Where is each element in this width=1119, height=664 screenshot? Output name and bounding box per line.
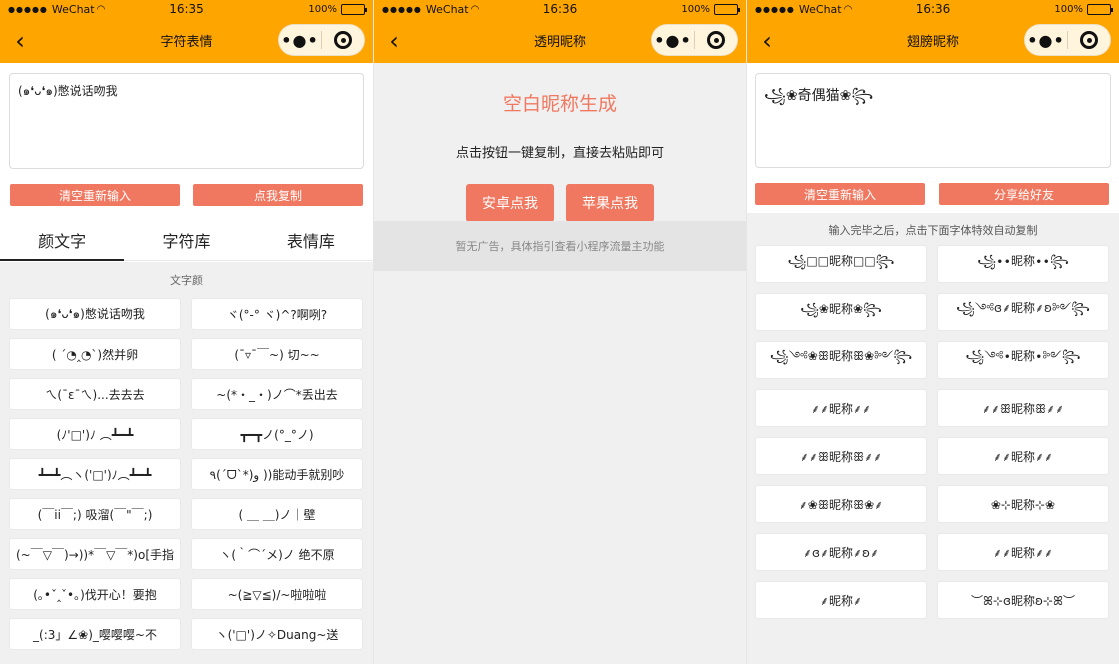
kaomoji-item[interactable]: (￣ii￣;) 吸溜(￣"￣;) <box>9 498 181 530</box>
wing-style-item[interactable]: ⸙⸙昵称⸙⸙ <box>937 437 1109 475</box>
wing-style-item[interactable]: ꧁❀昵称❀꧂ <box>755 293 927 331</box>
wing-style-item[interactable]: ⸙ɞ⸙昵称⸙ʚ⸙ <box>755 533 927 571</box>
wing-style-item[interactable]: ⸙昵称⸙ <box>755 581 927 619</box>
kaomoji-item[interactable]: ヽ(｀⌒´メ)ノ 绝不原 <box>191 538 363 570</box>
screens-canvas: ●●●●● WeChat ◠ 16:35 100% ‹ 字符表情 •●• (๑❛… <box>0 0 1119 664</box>
action-buttons: 清空重新输入 点我复制 <box>10 184 363 206</box>
emoticon-content: (๑❛ᴗ❛๑)憋说话吻我 清空重新输入 点我复制 颜文字 字符库 表情库 文字颜… <box>0 63 373 664</box>
kaomoji-item[interactable]: (ﾉ'□')ﾉ ︵┻━┻ <box>9 418 181 450</box>
wing-style-item[interactable]: ⸙⸙昵称⸙⸙ <box>755 389 927 427</box>
copy-button[interactable]: 点我复制 <box>193 184 363 206</box>
wing-style-item[interactable]: ꧁༺∙昵称∙༻꧂ <box>937 341 1109 379</box>
wing-style-item[interactable]: ꧁□□昵称□□꧂ <box>755 245 927 283</box>
wing-style-item[interactable]: ꧁༺❀ꕥ昵称ꕥ❀༻꧂ <box>755 341 927 379</box>
tab-kaomoji[interactable]: 颜文字 <box>0 219 125 261</box>
battery-icon <box>341 3 367 15</box>
blank-nickname-content: 空白昵称生成 点击按钮一键复制，直接去粘贴即可 安卓点我 苹果点我 暂无广告，具… <box>374 63 746 664</box>
clear-button[interactable]: 清空重新输入 <box>755 183 925 205</box>
action-buttons: 清空重新输入 分享给好友 <box>755 183 1109 205</box>
more-dots-icon[interactable]: •●• <box>652 31 694 50</box>
kaomoji-list-area: 文字颜 (๑❛ᴗ❛๑)憋说话吻我 ヾ(°-° ヾ)^?啊咧? ( ´◔‸◔`)然并卵… <box>0 262 373 664</box>
phone-screen-blank-nickname: ●●●●● WeChat ◠ 16:36 100% ‹ 透明昵称 •●• 空白昵… <box>373 0 746 664</box>
kaomoji-item[interactable]: ┳━┳ノ(°_°ノ) <box>191 418 363 450</box>
nav-bar: ‹ 翅膀昵称 •●• <box>747 18 1119 63</box>
more-dots-icon[interactable]: •●• <box>1025 31 1067 50</box>
kaomoji-item[interactable]: (~￣▽￣)→))*￣▽￣*)o[手指 <box>9 538 181 570</box>
close-miniprogram-button[interactable] <box>1068 31 1110 49</box>
hint-text: 输入完毕之后，点击下面字体特效自动复制 <box>828 224 1038 237</box>
status-bar: ●●●●● WeChat ◠ 16:36 100% <box>374 0 746 18</box>
tab-emoji-library[interactable]: 表情库 <box>249 219 373 260</box>
kaomoji-item[interactable]: ٩(ˊᗜˋ*)و ))能动手就别吵 <box>191 458 363 490</box>
kaomoji-item[interactable]: ~(*・_・)ノ⌒*丢出去 <box>191 378 363 410</box>
close-miniprogram-button[interactable] <box>695 31 737 49</box>
kaomoji-item[interactable]: ( ＿ ＿)ノ｜壁 <box>191 498 363 530</box>
section-title: 文字颜 <box>170 274 203 287</box>
kaomoji-item[interactable]: ヾ(°-° ヾ)^?啊咧? <box>191 298 363 330</box>
tab-char-library[interactable]: 字符库 <box>124 219 248 260</box>
miniprogram-capsule: •●• <box>278 24 365 56</box>
battery-icon <box>1087 3 1113 15</box>
status-time: 16:36 <box>915 2 951 16</box>
wing-nickname-content: ꧁❀奇偶猫❀꧂ 清空重新输入 分享给好友 输入完毕之后，点击下面字体特效自动复制… <box>747 63 1119 664</box>
status-time: 16:35 <box>169 2 204 16</box>
target-icon <box>1080 31 1098 49</box>
kaomoji-item[interactable]: (｡•ˇ‸ˇ•｡)伐开心！要抱 <box>9 578 181 610</box>
nickname-input[interactable]: ꧁❀奇偶猫❀꧂ <box>755 73 1111 168</box>
back-chevron-icon[interactable]: ‹ <box>753 27 781 55</box>
share-button[interactable]: 分享给好友 <box>939 183 1109 205</box>
wing-style-item[interactable]: ꧁∙∙昵称∙∙꧂ <box>937 245 1109 283</box>
status-bar: ●●●●● WeChat ◠ 16:35 100% <box>0 0 373 18</box>
clear-button[interactable]: 清空重新输入 <box>10 184 180 206</box>
kaomoji-item[interactable]: ㄟ(¯ε¯ㄟ)...去去去 <box>9 378 181 410</box>
target-icon <box>334 31 352 49</box>
kaomoji-item[interactable]: ┻━┻︵ヽ('□')ﾉ︵┻━┻ <box>9 458 181 490</box>
back-chevron-icon[interactable]: ‹ <box>380 27 408 55</box>
wing-style-item[interactable]: ⸙❀ꕥ昵称ꕥ❀⸙ <box>755 485 927 523</box>
wing-style-item[interactable]: ⸙⸙ꕥ昵称ꕥ⸙⸙ <box>755 437 927 475</box>
target-icon <box>707 31 725 49</box>
nav-bar: ‹ 透明昵称 •●• <box>374 18 746 63</box>
miniprogram-capsule: •●• <box>1024 24 1111 56</box>
instructions: 点击按钮一键复制，直接去粘贴即可 <box>455 146 664 161</box>
wing-style-item[interactable]: ❀⊹昵称⊹❀ <box>937 485 1109 523</box>
kaomoji-item[interactable]: _(:3」∠❀)_嘤嘤嘤~不 <box>9 618 181 650</box>
miniprogram-capsule: •●• <box>651 24 738 56</box>
back-chevron-icon[interactable]: ‹ <box>6 27 34 55</box>
tab-bar: 颜文字 字符库 表情库 <box>0 219 373 261</box>
style-list-area: 输入完毕之后，点击下面字体特效自动复制 ꧁□□昵称□□꧂ ꧁∙∙昵称∙∙꧂ ꧁❀昵称… <box>747 213 1119 664</box>
wing-style-item[interactable]: ꧁༺ɞ⸙昵称⸙ʚ༻꧂ <box>937 293 1109 331</box>
ad-placeholder: 暂无广告，具体指引查看小程序流量主功能 <box>374 221 746 271</box>
status-bar: ●●●●● WeChat ◠ 16:36 100% <box>747 0 1119 18</box>
emoticon-input[interactable]: (๑❛ᴗ❛๑)憋说话吻我 <box>9 73 364 169</box>
android-copy-button[interactable]: 安卓点我 <box>466 184 554 222</box>
phone-screen-emoticons: ●●●●● WeChat ◠ 16:35 100% ‹ 字符表情 •●• (๑❛… <box>0 0 373 664</box>
nav-bar: ‹ 字符表情 •●• <box>0 18 373 63</box>
wing-style-item[interactable]: ⸙⸙ꕥ昵称ꕥ⸙⸙ <box>937 389 1109 427</box>
kaomoji-item[interactable]: ( ´◔‸◔`)然并卵 <box>9 338 181 370</box>
status-time: 16:36 <box>542 2 578 16</box>
apple-copy-button[interactable]: 苹果点我 <box>566 184 654 222</box>
kaomoji-item[interactable]: ~(≧▽≦)/~啦啦啦 <box>191 578 363 610</box>
battery-icon <box>714 3 740 15</box>
kaomoji-grid: (๑❛ᴗ❛๑)憋说话吻我 ヾ(°-° ヾ)^?啊咧? ( ´◔‸◔`)然并卵 (¯▿¯… <box>0 298 373 650</box>
kaomoji-item[interactable]: ヽ('□')ノ✧Duang~送 <box>191 618 363 650</box>
close-miniprogram-button[interactable] <box>322 31 364 49</box>
heading: 空白昵称生成 <box>502 93 617 115</box>
kaomoji-item[interactable]: (๑❛ᴗ❛๑)憋说话吻我 <box>9 298 181 330</box>
wing-style-item[interactable]: ︶ꕤ⊹ɞ昵称ʚ⊹ꕤ︶ <box>937 581 1109 619</box>
wing-style-item[interactable]: ⸙⸙昵称⸙⸙ <box>937 533 1109 571</box>
copy-buttons: 安卓点我 苹果点我 <box>374 184 746 222</box>
style-grid: ꧁□□昵称□□꧂ ꧁∙∙昵称∙∙꧂ ꧁❀昵称❀꧂ ꧁༺ɞ⸙昵称⸙ʚ༻꧂ ꧁༺❀ꕥ昵称ꕥ❀… <box>747 245 1119 619</box>
phone-screen-wing-nickname: ●●●●● WeChat ◠ 16:36 100% ‹ 翅膀昵称 •●• ꧁❀奇… <box>746 0 1119 664</box>
more-dots-icon[interactable]: •●• <box>279 31 321 50</box>
kaomoji-item[interactable]: (¯▿¯￣~) 切~~ <box>191 338 363 370</box>
